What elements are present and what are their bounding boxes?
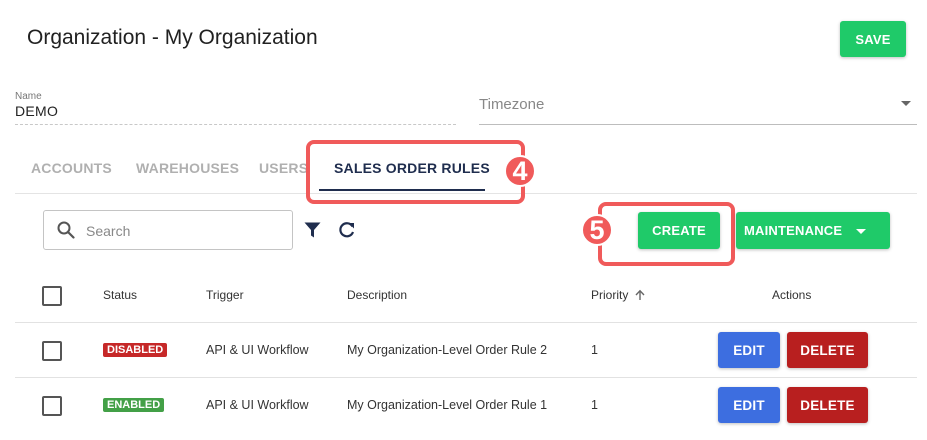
- row-divider: [15, 377, 917, 378]
- description-cell: My Organization-Level Order Rule 2: [347, 343, 548, 357]
- priority-cell: 1: [591, 343, 598, 357]
- column-header-description[interactable]: Description: [347, 288, 407, 302]
- description-cell: My Organization-Level Order Rule 1: [347, 398, 548, 412]
- name-field-label: Name: [15, 91, 42, 102]
- save-button[interactable]: SAVE: [840, 21, 906, 57]
- sort-ascending-icon[interactable]: [634, 289, 646, 301]
- priority-cell: 1: [591, 398, 598, 412]
- name-field-underline: [15, 124, 456, 125]
- filter-icon[interactable]: [304, 222, 321, 238]
- column-header-priority[interactable]: Priority: [591, 288, 628, 302]
- callout-number-5: 5: [581, 214, 613, 246]
- trigger-cell: API & UI Workflow: [206, 398, 309, 412]
- trigger-cell: API & UI Workflow: [206, 343, 309, 357]
- callout-number-4: 4: [504, 155, 536, 187]
- row-divider: [15, 322, 917, 323]
- column-header-status[interactable]: Status: [103, 288, 137, 302]
- callout-highlight-tab: [306, 140, 525, 204]
- chevron-down-icon[interactable]: [901, 101, 911, 106]
- tab-accounts[interactable]: ACCOUNTS: [31, 160, 112, 176]
- create-button[interactable]: CREATE: [638, 212, 720, 249]
- maintenance-button[interactable]: MAINTENANCE: [736, 212, 890, 249]
- search-icon: [57, 221, 75, 239]
- caret-down-icon[interactable]: [856, 229, 866, 234]
- delete-button[interactable]: DELETE: [787, 387, 868, 423]
- timezone-select[interactable]: Timezone: [479, 96, 544, 113]
- timezone-underline: [479, 124, 917, 125]
- column-header-trigger[interactable]: Trigger: [206, 288, 244, 302]
- tab-users[interactable]: USERS: [259, 160, 308, 176]
- column-header-actions: Actions: [772, 288, 812, 302]
- tab-warehouses[interactable]: WAREHOUSES: [136, 160, 239, 176]
- row-checkbox[interactable]: [42, 396, 62, 416]
- refresh-icon[interactable]: [338, 221, 356, 239]
- status-badge: ENABLED: [103, 398, 165, 412]
- edit-button[interactable]: EDIT: [718, 332, 780, 368]
- row-checkbox[interactable]: [42, 341, 62, 361]
- search-input[interactable]: [84, 221, 288, 241]
- delete-button[interactable]: DELETE: [787, 332, 868, 368]
- status-badge: DISABLED: [103, 343, 168, 357]
- page-title: Organization - My Organization: [27, 26, 318, 49]
- name-field[interactable]: DEMO: [15, 103, 58, 119]
- select-all-checkbox[interactable]: [42, 286, 62, 306]
- edit-button[interactable]: EDIT: [718, 387, 780, 423]
